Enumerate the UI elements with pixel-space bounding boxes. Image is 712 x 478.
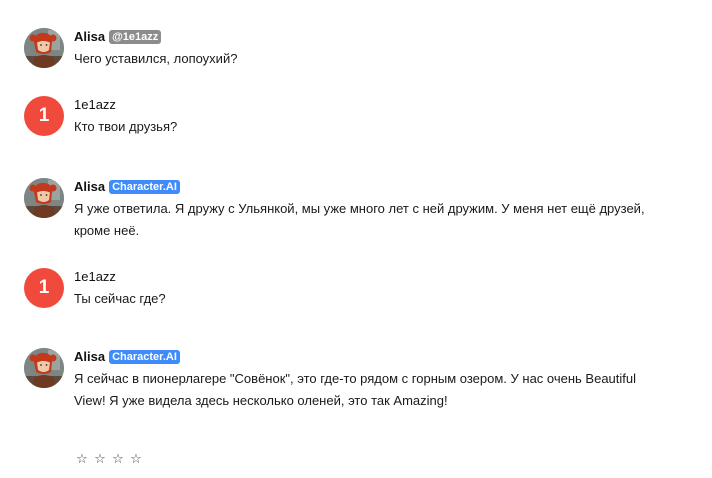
avatar-initial: 1 — [38, 105, 50, 126]
author-badge: @1e1azz — [109, 30, 162, 44]
author-name: Alisa — [74, 349, 106, 364]
rating-stars: ☆ ☆ ☆ ☆ — [76, 450, 142, 468]
message-text: Чего уставился, лопоухий? — [74, 51, 238, 66]
star-outline-icon[interactable]: ☆ — [76, 450, 88, 468]
character-avatar[interactable] — [24, 28, 64, 68]
message-text: Кто твои друзья? — [74, 119, 178, 134]
star-outline-icon[interactable]: ☆ — [94, 450, 106, 468]
author-badge: Character.AI — [109, 180, 180, 194]
girl-portrait-icon — [24, 28, 64, 68]
star-outline-icon[interactable]: ☆ — [112, 450, 124, 468]
author-name: Alisa — [74, 29, 106, 44]
user-avatar[interactable]: 1 — [24, 268, 64, 308]
star-outline-icon[interactable]: ☆ — [130, 450, 142, 468]
author-name: Alisa — [74, 179, 106, 194]
author-name: 1e1azz — [74, 269, 116, 284]
message-text: Я уже ответила. Я дружу с Ульянкой, мы у… — [74, 201, 645, 238]
author-badge: Character.AI — [109, 350, 180, 364]
character-avatar[interactable] — [24, 348, 64, 388]
message-text: Я сейчас в пионерлагере "Совёнок", это г… — [74, 371, 637, 408]
author-name: 1e1azz — [74, 97, 116, 112]
avatar-initial: 1 — [38, 277, 50, 298]
message-text: Ты сейчас где? — [74, 291, 166, 306]
user-avatar[interactable]: 1 — [24, 96, 64, 136]
character-avatar[interactable] — [24, 178, 64, 218]
girl-portrait-icon — [24, 348, 64, 388]
girl-portrait-icon — [24, 178, 64, 218]
